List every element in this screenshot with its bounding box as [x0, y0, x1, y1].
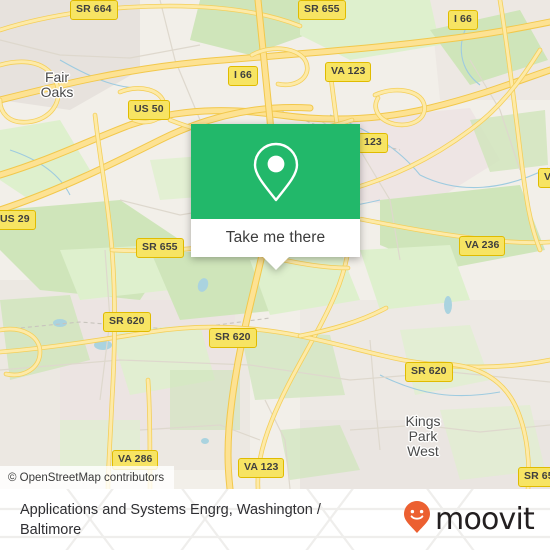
road-shield: SR 620	[209, 328, 257, 348]
road-shield: VA	[538, 168, 550, 188]
road-shield: I 66	[228, 66, 258, 86]
footer-bar: Applications and Systems Engrg, Washingt…	[0, 489, 550, 550]
osm-attribution[interactable]: © OpenStreetMap contributors	[0, 466, 175, 489]
road-shield: VA 123	[238, 458, 285, 478]
road-shield: SR 655	[298, 0, 346, 20]
place-label-kings-park-west: Kings Park West	[405, 413, 441, 459]
map-pin-icon	[251, 141, 301, 203]
moovit-map-screenshot: .land { fill:#f2efe9; } .green { fill:#c…	[0, 0, 550, 550]
take-me-there-button[interactable]: Take me there	[191, 219, 360, 257]
destination-popup-card[interactable]: Take me there	[191, 124, 360, 270]
take-me-there-label: Take me there	[225, 229, 326, 246]
road-shield: US 50	[128, 100, 170, 120]
road-shield: SR 65	[518, 467, 550, 487]
road-shield: SR 620	[405, 362, 453, 382]
road-shield: 123	[358, 133, 388, 153]
footer-content: Applications and Systems Engrg, Washingt…	[0, 489, 550, 550]
road-shield: SR 655	[136, 238, 184, 258]
osm-attribution-text: © OpenStreetMap contributors	[8, 471, 165, 484]
road-shield: I 66	[448, 10, 478, 30]
moovit-wordmark: moovit	[435, 501, 535, 537]
popup-header	[191, 124, 360, 219]
road-shield: SR 664	[70, 0, 118, 20]
location-title: Applications and Systems Engrg, Washingt…	[20, 501, 321, 538]
map-viewport[interactable]: .land { fill:#f2efe9; } .green { fill:#c…	[0, 0, 550, 489]
moovit-logo[interactable]: moovit	[403, 500, 535, 539]
popup-tail	[262, 257, 289, 270]
road-shield: VA 236	[459, 236, 506, 256]
moovit-smiley-pin-icon	[403, 500, 431, 539]
road-shield: SR 620	[103, 312, 151, 332]
place-label-fair-oaks: Fair Oaks	[40, 69, 74, 100]
road-shield: VA 123	[325, 62, 372, 82]
road-shield: US 29	[0, 210, 36, 230]
